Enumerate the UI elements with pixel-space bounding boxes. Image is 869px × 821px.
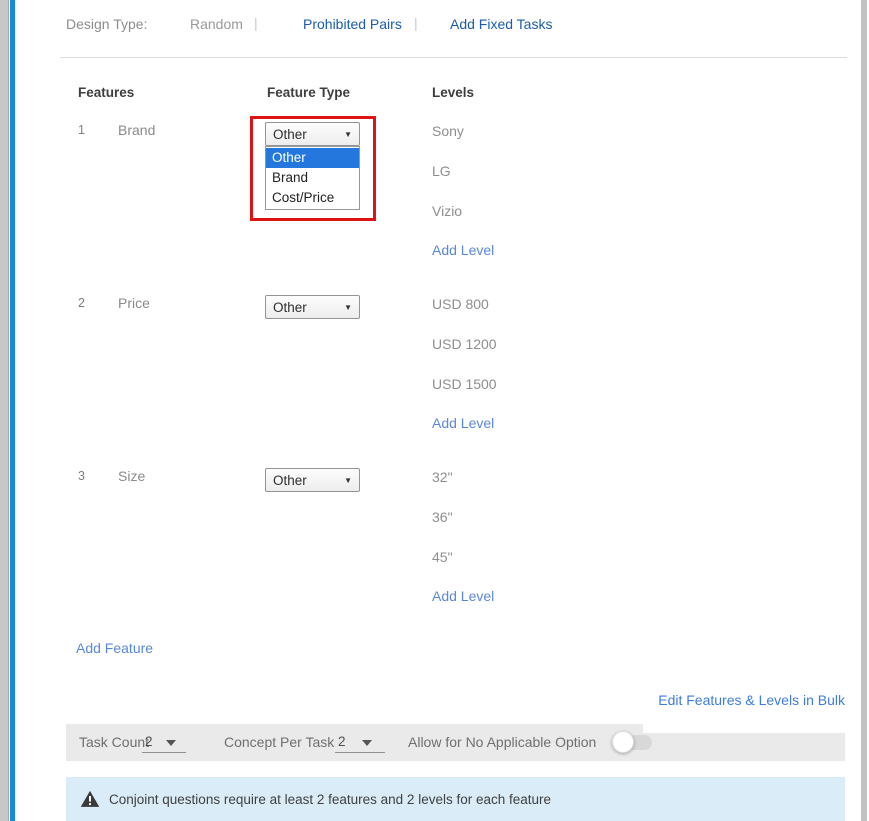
select-value: Other: [273, 300, 307, 315]
level-value[interactable]: USD 800: [432, 295, 497, 335]
no-applicable-option-toggle[interactable]: [614, 735, 652, 750]
task-count-label: Task Count: [79, 734, 149, 750]
add-feature-link[interactable]: Add Feature: [76, 640, 153, 656]
feature-index: 1: [78, 123, 85, 137]
conjoint-design-panel: Design Type: Random | Prohibited Pairs |…: [0, 0, 869, 821]
add-level-link[interactable]: Add Level: [432, 587, 494, 605]
design-type-option-add-fixed-tasks[interactable]: Add Fixed Tasks: [450, 16, 552, 32]
dropdown-option-brand[interactable]: Brand: [266, 168, 359, 188]
select-value: Other: [273, 127, 307, 142]
left-gutter: [0, 0, 9, 821]
levels-list: USD 800 USD 1200 USD 1500 Add Level: [432, 295, 497, 433]
design-type-option-random[interactable]: Random: [190, 16, 243, 32]
column-header-levels: Levels: [432, 85, 474, 100]
feature-name[interactable]: Size: [118, 468, 145, 484]
add-level-link[interactable]: Add Level: [432, 241, 494, 259]
caret-down-icon: ▼: [344, 130, 352, 139]
warning-text: Conjoint questions require at least 2 fe…: [109, 792, 551, 807]
concept-per-task-label: Concept Per Task: [224, 734, 334, 750]
caret-down-icon[interactable]: [166, 740, 176, 746]
task-count-underline: [142, 752, 186, 753]
feature-index: 3: [78, 469, 85, 483]
design-type-label: Design Type:: [66, 16, 147, 32]
feature-name[interactable]: Brand: [118, 122, 155, 138]
separator: |: [414, 15, 418, 31]
column-header-feature-type: Feature Type: [267, 85, 350, 100]
levels-list: Sony LG Vizio Add Level: [432, 122, 494, 260]
level-value[interactable]: 36": [432, 508, 494, 548]
level-value[interactable]: Sony: [432, 122, 494, 162]
scrollbar-track[interactable]: [861, 0, 867, 821]
dropdown-option-cost-price[interactable]: Cost/Price: [266, 188, 359, 208]
feature-type-select[interactable]: Other ▼: [265, 295, 360, 319]
levels-list: 32" 36" 45" Add Level: [432, 468, 494, 606]
dropdown-option-other[interactable]: Other: [266, 148, 359, 168]
toggle-knob[interactable]: [612, 731, 634, 753]
level-value[interactable]: USD 1500: [432, 375, 497, 415]
feature-index: 2: [78, 296, 85, 310]
active-question-indicator-bar: [10, 0, 15, 821]
level-value[interactable]: 32": [432, 468, 494, 508]
separator: |: [254, 15, 258, 31]
feature-type-dropdown-list: Other Brand Cost/Price: [265, 146, 360, 210]
caret-down-icon: ▼: [344, 303, 352, 312]
level-value[interactable]: USD 1200: [432, 335, 497, 375]
caret-down-icon[interactable]: [362, 740, 372, 746]
caret-down-icon: ▼: [344, 476, 352, 485]
add-level-link[interactable]: Add Level: [432, 414, 494, 432]
concept-per-task-underline: [335, 752, 385, 753]
warning-banner: Conjoint questions require at least 2 fe…: [66, 777, 845, 821]
feature-name[interactable]: Price: [118, 295, 150, 311]
select-value: Other: [273, 473, 307, 488]
level-value[interactable]: Vizio: [432, 202, 494, 242]
task-count-value[interactable]: 2: [145, 734, 153, 749]
concept-per-task-value[interactable]: 2: [338, 734, 346, 749]
feature-type-select[interactable]: Other ▼: [265, 122, 360, 146]
section-divider: [60, 57, 847, 58]
no-applicable-option-label: Allow for No Applicable Option: [408, 734, 596, 750]
level-value[interactable]: LG: [432, 162, 494, 202]
task-options-bar-extension: [643, 733, 845, 761]
warning-icon: [81, 791, 99, 807]
level-value[interactable]: 45": [432, 548, 494, 588]
feature-type-select[interactable]: Other ▼: [265, 468, 360, 492]
column-header-features: Features: [78, 85, 134, 100]
edit-features-levels-bulk-link[interactable]: Edit Features & Levels in Bulk: [658, 692, 845, 708]
design-type-option-prohibited-pairs[interactable]: Prohibited Pairs: [303, 16, 402, 32]
